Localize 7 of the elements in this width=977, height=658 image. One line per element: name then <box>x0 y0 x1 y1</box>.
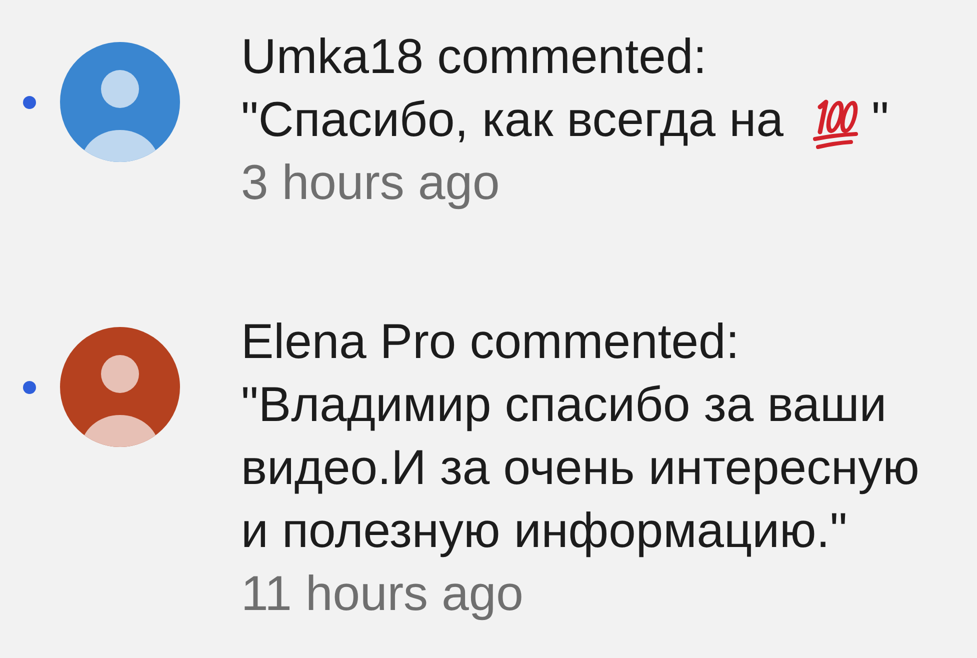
comment-time: 11 hours ago <box>241 566 524 623</box>
comment-time: 3 hours ago <box>241 155 501 212</box>
comment-author: Elena Pro commented: <box>241 314 740 371</box>
comment-text: "Владимир спасибо за ваши видео.И за очень интересную и полезную информацию." <box>241 378 920 558</box>
comment-text: " <box>871 93 889 147</box>
comment-text: "Спасибо, как всегда на <box>241 93 784 147</box>
comment-author: Umka18 commented: <box>241 29 708 86</box>
